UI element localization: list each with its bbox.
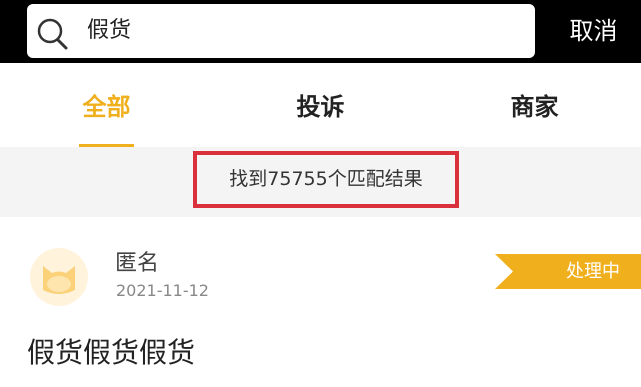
search-query: 假货 — [87, 18, 132, 43]
post-date: 2021-11-12 — [116, 281, 209, 300]
status-badge: 处理中 — [495, 254, 641, 289]
cancel-button[interactable]: 取消 — [546, 0, 641, 63]
search-bar: 假货 取消 — [0, 0, 641, 63]
tab-merchants[interactable]: 商家 — [474, 63, 595, 147]
search-icon — [37, 18, 68, 50]
tab-all[interactable]: 全部 — [46, 63, 167, 147]
status-label: 处理中 — [566, 261, 620, 282]
tab-complaints[interactable]: 投诉 — [260, 63, 381, 147]
author-name: 匿名 — [115, 251, 160, 276]
post-title[interactable]: 假货假货假货 — [27, 331, 195, 371]
result-summary-strip: 找到75755个匹配结果 — [0, 147, 641, 217]
tab-bar: 全部 投诉 商家 — [0, 63, 641, 147]
result-count: 找到75755个匹配结果 — [193, 151, 459, 208]
complaint-card[interactable]: 匿名 2021-11-12 处理中 假货假货假货 — [0, 217, 641, 387]
search-input[interactable]: 假货 — [27, 4, 535, 58]
cat-avatar-icon — [30, 248, 88, 306]
